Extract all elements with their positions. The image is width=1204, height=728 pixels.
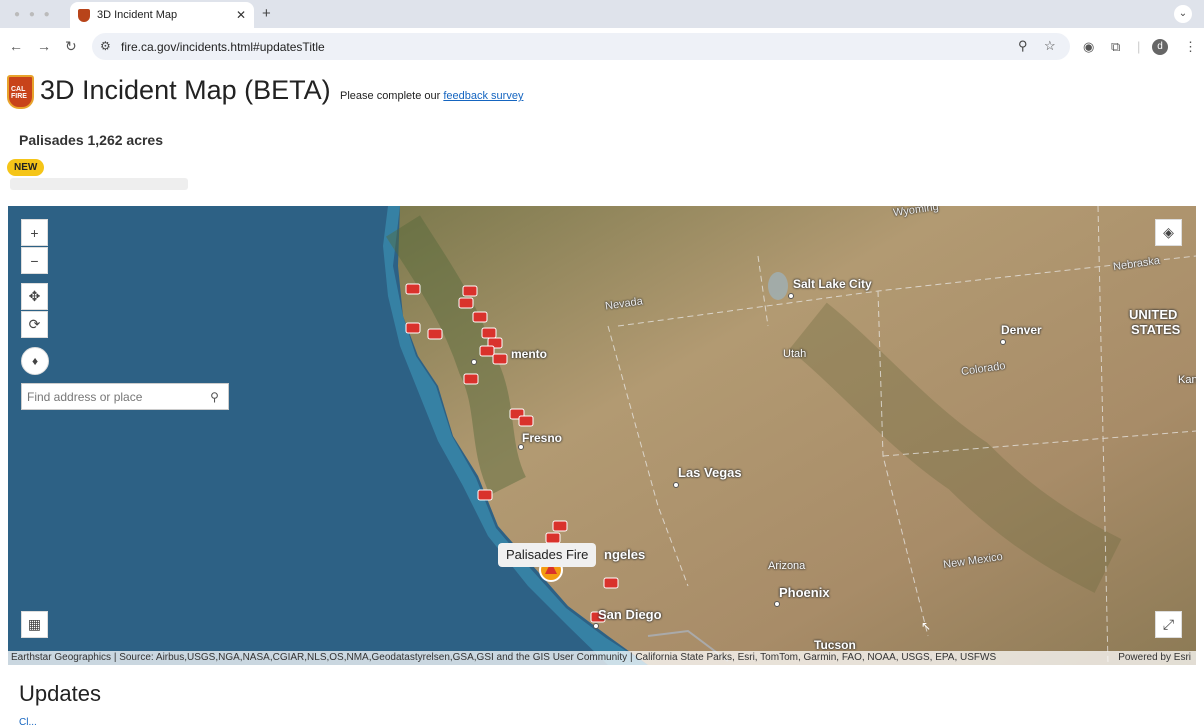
- updates-subtext[interactable]: Cl...: [19, 717, 37, 728]
- map-label-salt-lake-city: Salt Lake City: [793, 277, 872, 291]
- map-search[interactable]: ⚲: [21, 383, 229, 410]
- search-icon[interactable]: ⚲: [202, 390, 227, 404]
- browser-tab[interactable]: 3D Incident Map ✕: [70, 2, 254, 28]
- incident-title: Palisades 1,262 acres: [19, 132, 164, 148]
- fire-marker: [462, 285, 478, 297]
- address-bar[interactable]: ⚙ fire.ca.gov/incidents.html#updatesTitl…: [92, 33, 1070, 60]
- map-label-denver: Denver: [1001, 323, 1042, 337]
- map-label-tucson: Tucson: [814, 638, 856, 652]
- extension-icon[interactable]: ◉: [1083, 39, 1094, 55]
- bookmark-star-icon[interactable]: ☆: [1044, 38, 1056, 54]
- site-info-icon[interactable]: ⚙: [100, 39, 111, 53]
- survey-prompt: Please complete our feedback survey: [340, 90, 524, 102]
- map-label-phoenix: Phoenix: [779, 585, 830, 600]
- pan-tool-button[interactable]: ✥: [21, 283, 48, 310]
- mouse-cursor-icon: ↖: [921, 619, 932, 633]
- map-label-arizona: Arizona: [768, 560, 806, 572]
- new-tab-icon[interactable]: +: [262, 5, 271, 22]
- rotate-tool-button[interactable]: ⟳: [21, 311, 48, 338]
- map-label-states: STATES: [1131, 322, 1181, 337]
- city-dot-las-vegas: [673, 482, 679, 488]
- fire-marker: [492, 353, 508, 365]
- profile-avatar[interactable]: d: [1152, 39, 1168, 55]
- rotate-icon: ⟳: [28, 316, 41, 332]
- map-label-utah: Utah: [783, 348, 807, 360]
- browser-menu-icon[interactable]: ⋮: [1184, 39, 1197, 55]
- new-badge: NEW: [7, 159, 45, 176]
- extensions-puzzle-icon[interactable]: ⧉: [1111, 39, 1120, 55]
- fire-marker: [472, 311, 488, 323]
- tab-search-chevron-icon[interactable]: ⌄: [1174, 5, 1192, 23]
- map-attribution: Earthstar Geographics | Source: Airbus,U…: [8, 651, 1196, 665]
- zoom-in-button[interactable]: +: [21, 219, 48, 246]
- zoom-icon[interactable]: ⚲: [1018, 38, 1028, 54]
- loading-placeholder: [10, 178, 188, 190]
- zoom-out-button[interactable]: −: [21, 247, 48, 274]
- incident-popup[interactable]: Palisades Fire: [498, 543, 597, 567]
- fire-marker: [463, 373, 479, 385]
- fire-marker: [477, 489, 493, 501]
- window-controls[interactable]: ● ● ●: [14, 9, 53, 20]
- map-label-fresno: Fresno: [522, 431, 563, 445]
- layers-icon: ◈: [1163, 224, 1174, 240]
- fire-markers-layer: [405, 283, 619, 623]
- calfire-logo-icon: CAL FIRE: [7, 75, 34, 109]
- page-content: CAL FIRE 3D Incident Map (BETA) Please c…: [0, 65, 1204, 728]
- compass-button[interactable]: ♦: [21, 347, 49, 375]
- qr-code-button[interactable]: ▦: [21, 611, 48, 638]
- qr-code-icon: ▦: [27, 616, 42, 632]
- browser-tab-bar: ● ● ● 3D Incident Map ✕ + ⌄: [0, 0, 1204, 28]
- toolbar-divider: |: [1137, 39, 1141, 54]
- fire-marker: [545, 532, 561, 544]
- feedback-survey-link[interactable]: feedback survey: [443, 90, 523, 102]
- reload-icon[interactable]: ↻: [65, 38, 77, 55]
- map-label-los-angeles: ngeles: [604, 547, 646, 562]
- fire-marker: [458, 297, 474, 309]
- fire-marker: [552, 520, 568, 532]
- layers-button[interactable]: ◈: [1155, 219, 1182, 246]
- city-dot-sacramento: [471, 359, 477, 365]
- city-dot-phoenix: [774, 601, 780, 607]
- updates-heading: Updates: [19, 681, 101, 706]
- map-label-kansas: Kans: [1178, 374, 1196, 386]
- city-dot-san-diego: [593, 623, 599, 629]
- map-label-san-diego: San Diego: [598, 607, 662, 622]
- address-url[interactable]: fire.ca.gov/incidents.html#updatesTitle: [121, 40, 325, 54]
- fire-marker: [603, 577, 619, 589]
- incident-map[interactable]: Wyoming Nebraska Salt Lake City Nevada U…: [8, 206, 1196, 665]
- fire-marker: [518, 415, 534, 427]
- powered-by-esri[interactable]: Powered by Esri: [1118, 651, 1191, 665]
- page-title: 3D Incident Map (BETA): [40, 75, 331, 105]
- map-label-sacramento: mento: [511, 347, 547, 361]
- calfire-favicon-icon: [78, 8, 90, 22]
- fullscreen-button[interactable]: ⤢: [1155, 611, 1182, 638]
- pan-arrows-icon: ✥: [28, 288, 41, 304]
- city-dot-salt-lake: [788, 293, 794, 299]
- fire-marker: [481, 327, 497, 339]
- browser-toolbar: ← → ↻ ⚙ fire.ca.gov/incidents.html#updat…: [0, 28, 1204, 65]
- fire-marker: [427, 328, 443, 340]
- close-tab-icon[interactable]: ✕: [236, 8, 246, 22]
- fire-marker: [479, 345, 495, 357]
- compass-needle-icon: ♦: [31, 354, 39, 368]
- tab-title: 3D Incident Map: [97, 9, 178, 21]
- fire-marker: [405, 322, 421, 334]
- map-search-input[interactable]: [22, 384, 202, 409]
- back-arrow-icon[interactable]: ←: [9, 38, 23, 54]
- city-dot-denver: [1000, 339, 1006, 345]
- fire-marker: [405, 283, 421, 295]
- forward-arrow-icon[interactable]: →: [37, 38, 51, 54]
- map-label-las-vegas: Las Vegas: [678, 465, 742, 480]
- fullscreen-expand-icon: ⤢: [1162, 616, 1175, 632]
- map-label-united: UNITED: [1129, 307, 1178, 322]
